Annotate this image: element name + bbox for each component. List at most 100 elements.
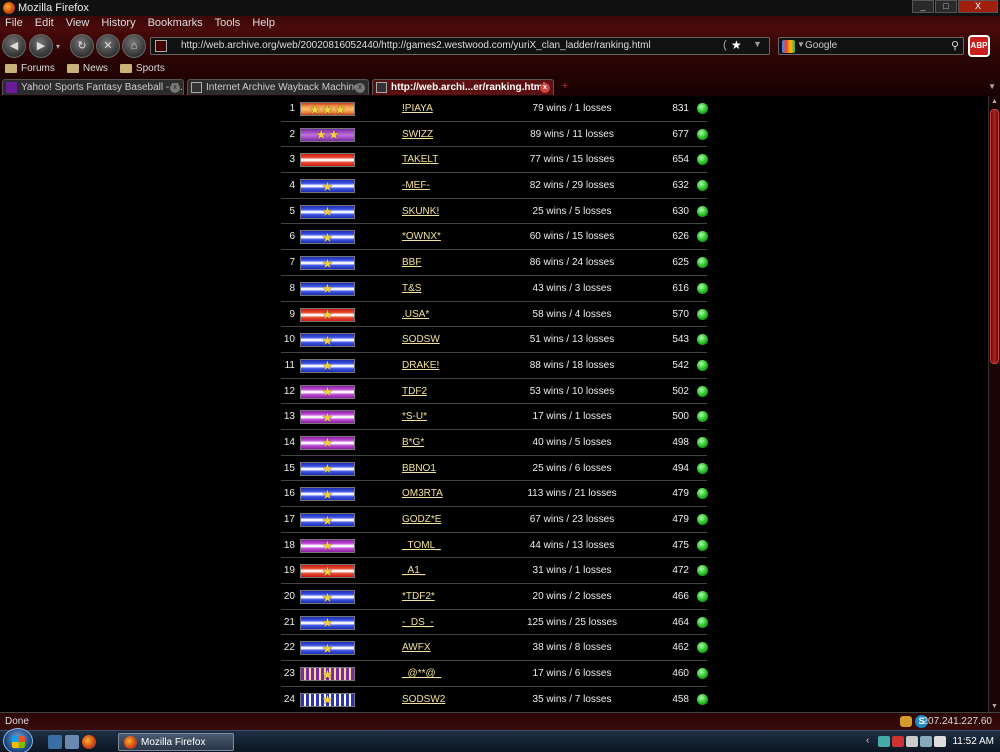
network-icon[interactable] <box>920 736 932 747</box>
clan-name-link[interactable]: BBF <box>402 257 421 268</box>
rank-insignia-icon: ★ <box>300 410 355 425</box>
tab-close-icon[interactable]: x <box>355 83 365 93</box>
start-button[interactable] <box>3 728 33 752</box>
tab-wayback-machine[interactable]: Internet Archive Wayback Machine x <box>187 79 369 95</box>
bookmark-folder-news[interactable]: News <box>66 61 108 75</box>
tray-expand-icon[interactable]: ‹ <box>866 735 869 746</box>
clan-name-link[interactable]: -MEF- <box>402 180 430 191</box>
reload-button[interactable]: ↻ <box>70 34 94 58</box>
scroll-up-icon[interactable]: ▲ <box>989 96 1000 107</box>
online-status-icon <box>697 693 708 705</box>
scrollbar-thumb[interactable] <box>990 109 999 364</box>
rank-insignia-icon: ★ <box>300 641 355 656</box>
clan-points: 632 <box>672 180 689 192</box>
clan-name-link[interactable]: SODSW <box>402 334 440 345</box>
clan-name-link[interactable]: GODZ*E <box>402 514 441 525</box>
tab-close-icon[interactable]: x <box>170 83 180 93</box>
history-dropdown-icon[interactable]: ▾ <box>56 42 60 51</box>
vertical-scrollbar[interactable]: ▲ ▼ <box>988 96 1000 712</box>
stop-button[interactable]: ✕ <box>96 34 120 58</box>
taskbar-firefox-button[interactable]: Mozilla Firefox <box>118 733 234 751</box>
search-input[interactable]: Google <box>805 40 837 51</box>
online-status-icon <box>697 282 708 294</box>
rank-number: 23 <box>283 668 295 680</box>
bookmark-star-icon[interactable]: ★ <box>731 38 742 52</box>
url-text[interactable]: http://web.archive.org/web/2002081605244… <box>181 40 651 51</box>
clan-name-link[interactable]: *OWNX* <box>402 231 441 242</box>
online-status-icon <box>697 436 708 448</box>
menu-edit[interactable]: Edit <box>35 17 54 32</box>
clan-name-link[interactable]: T&S <box>402 283 421 294</box>
clan-name-link[interactable]: OM3RTA <box>402 488 443 499</box>
clan-name-link[interactable]: -_DS_- <box>402 617 434 628</box>
clock[interactable]: 11:52 AM <box>952 736 994 747</box>
search-engine-dropdown-icon[interactable]: ▼ <box>797 40 805 49</box>
switch-windows-icon[interactable] <box>65 735 79 749</box>
ladder-row: 23 ★ _@**@_ 17 wins / 6 losses 460 <box>281 661 708 687</box>
menu-tools[interactable]: Tools <box>215 17 241 32</box>
clan-name-link[interactable]: TAKELT <box>402 154 438 165</box>
search-icon[interactable]: ⚲ <box>951 39 959 52</box>
clan-name-link[interactable]: BBNO1 <box>402 463 436 474</box>
search-bar[interactable]: ▼ Google ⚲ <box>778 37 964 55</box>
clan-name-link[interactable]: .USA* <box>402 309 429 320</box>
clan-name-link[interactable]: *TDF2* <box>402 591 435 602</box>
rank-insignia-icon: ★ <box>300 333 355 348</box>
new-tab-button[interactable]: + <box>562 81 568 92</box>
tab-yahoo-fantasy[interactable]: Yahoo! Sports Fantasy Baseball - Y... x <box>2 79 184 95</box>
rank-insignia-icon: ★ <box>300 667 355 682</box>
menu-bookmarks[interactable]: Bookmarks <box>148 17 203 32</box>
star-icon: ★ <box>321 410 334 425</box>
scroll-down-icon[interactable]: ▼ <box>989 701 1000 712</box>
rank-number: 6 <box>289 231 295 243</box>
clan-name-link[interactable]: _A1_ <box>402 565 425 576</box>
clan-name-link[interactable]: AWFX <box>402 642 431 653</box>
tab-list-dropdown-icon[interactable]: ▼ <box>988 82 996 91</box>
url-dropdown-icon[interactable]: ▼ <box>753 39 762 49</box>
maximize-button[interactable]: □ <box>935 0 957 13</box>
minimize-button[interactable]: _ <box>912 0 934 13</box>
google-icon[interactable] <box>782 40 795 53</box>
clan-name-link[interactable]: TDF2 <box>402 386 427 397</box>
clan-name-link[interactable]: B*G* <box>402 437 424 448</box>
show-desktop-icon[interactable] <box>48 735 62 749</box>
rank-insignia-icon: ★ <box>300 179 355 194</box>
win-loss-record: 25 wins / 5 losses <box>532 205 612 217</box>
online-status-icon <box>697 385 708 397</box>
rank-number: 16 <box>283 488 295 500</box>
menu-history[interactable]: History <box>101 17 135 32</box>
firefox-quicklaunch-icon[interactable] <box>82 735 96 749</box>
tray-app-icon[interactable] <box>906 736 918 747</box>
url-bar[interactable]: http://web.archive.org/web/2002081605244… <box>150 37 770 55</box>
clan-name-link[interactable]: DRAKE! <box>402 360 439 371</box>
bookmark-folder-sports[interactable]: Sports <box>119 61 165 75</box>
clan-name-link[interactable]: *S-U* <box>402 411 427 422</box>
clan-name-link[interactable]: SWIZZ <box>402 129 433 140</box>
extension-icon[interactable] <box>900 716 912 727</box>
menu-file[interactable]: File <box>5 17 23 32</box>
adblock-icon[interactable]: ABP <box>968 35 990 57</box>
close-window-button[interactable]: X <box>958 0 998 13</box>
rank-insignia-icon: ★ ★ ★ <box>300 102 355 116</box>
tab-close-icon[interactable]: x <box>540 83 550 93</box>
volume-icon[interactable] <box>934 736 946 747</box>
clan-name-link[interactable]: SODSW2 <box>402 694 445 705</box>
ladder-row: 20 ★ *TDF2* 20 wins / 2 losses 466 <box>281 584 708 610</box>
menu-view[interactable]: View <box>66 17 90 32</box>
clan-name-link[interactable]: SKUNK! <box>402 206 439 217</box>
clan-points: 472 <box>672 565 689 577</box>
menu-help[interactable]: Help <box>252 17 275 32</box>
ladder-row: 5 ★ SKUNK! 25 wins / 5 losses 630 <box>281 199 708 225</box>
rank-number: 9 <box>289 308 295 320</box>
tray-antivirus-icon[interactable] <box>892 736 904 747</box>
rank-number: 11 <box>284 359 295 371</box>
clan-name-link[interactable]: _@**@_ <box>402 668 441 679</box>
tray-app-icon[interactable] <box>878 736 890 747</box>
clan-name-link[interactable]: !PIAYA <box>402 103 433 114</box>
clan-name-link[interactable]: _TOML_ <box>402 540 441 551</box>
back-button[interactable]: ◀ <box>2 34 26 58</box>
tab-ranking-active[interactable]: http://web.archi...er/ranking.html x <box>372 79 554 95</box>
bookmark-folder-forums[interactable]: Forums <box>5 61 55 75</box>
home-button[interactable]: ⌂ <box>122 34 146 58</box>
forward-button[interactable]: ▶ <box>29 34 53 58</box>
